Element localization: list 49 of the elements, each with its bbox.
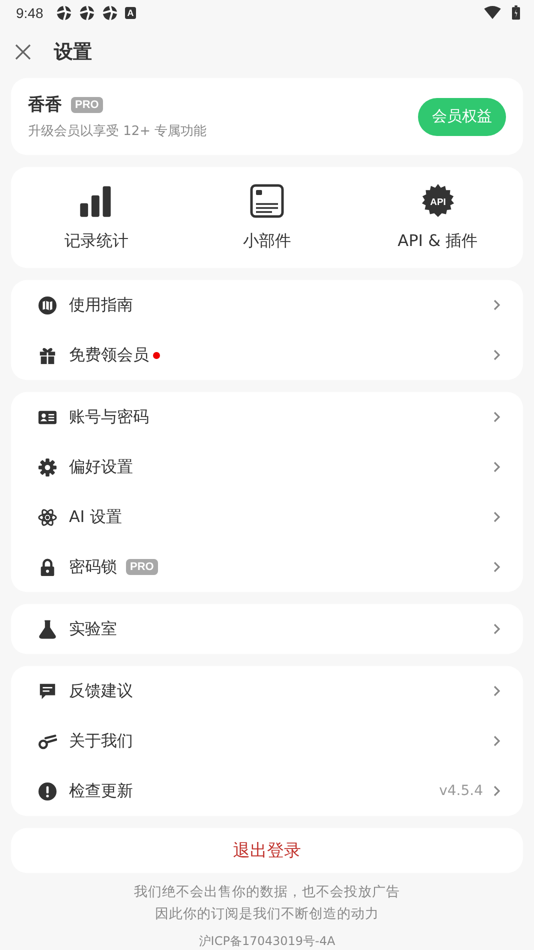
api-badge-icon: API	[420, 184, 455, 218]
settings-row[interactable]: 关于我们	[11, 716, 523, 766]
settings-row[interactable]: AI 设置	[11, 492, 523, 542]
chevron-right-icon	[493, 785, 501, 797]
pro-badge: PRO	[71, 96, 103, 113]
settings-row[interactable]: 密码锁 PRO	[11, 542, 523, 592]
app-notification-icon	[56, 4, 72, 21]
chevron-right-icon	[493, 685, 501, 697]
chevron-right-icon	[493, 411, 501, 423]
settings-row[interactable]: 实验室	[11, 604, 523, 654]
membership-subtitle: 升级会员以享受 12+ 专属功能	[28, 123, 208, 140]
settings-row[interactable]: 反馈建议	[11, 666, 523, 716]
chevron-right-icon	[493, 299, 501, 311]
lock-icon	[38, 558, 57, 576]
alert-icon	[38, 782, 57, 800]
shortcut-button[interactable]: 小部件	[182, 167, 352, 268]
status-time: 9:48	[16, 4, 44, 21]
settings-row[interactable]: 偏好设置	[11, 442, 523, 492]
privacy-note: 我们绝不会出售你的数据，也不会投放广告	[134, 883, 400, 901]
flask-icon	[38, 620, 57, 638]
settings-row[interactable]: 使用指南	[11, 280, 523, 330]
notification-badge: A	[125, 6, 136, 19]
atom-icon	[38, 508, 57, 526]
chat-icon	[38, 682, 57, 700]
key-icon	[38, 732, 57, 750]
bar-chart-icon	[79, 184, 114, 218]
logout-button[interactable]: 退出登录	[11, 828, 523, 873]
chevron-right-icon	[493, 461, 501, 473]
chevron-right-icon	[493, 735, 501, 747]
settings-row[interactable]: 账号与密码	[11, 392, 523, 442]
gear-icon	[38, 458, 57, 476]
privacy-note: 因此你的订阅是我们不断创造的动力	[155, 905, 379, 923]
settings-row[interactable]: 免费领会员	[11, 330, 523, 380]
shortcut-button[interactable]: API API & 插件	[352, 167, 523, 268]
app-notification-icon	[79, 4, 96, 21]
widget-card-icon	[250, 184, 284, 218]
shortcut-button[interactable]: 记录统计	[11, 167, 182, 268]
chevron-right-icon	[493, 511, 501, 523]
battery-icon	[512, 5, 520, 20]
chevron-right-icon	[493, 623, 501, 635]
settings-row[interactable]: 检查更新 v4.5.4	[11, 766, 523, 816]
page-title: 设置	[54, 40, 92, 65]
map-icon	[38, 296, 57, 314]
app-notification-icon	[102, 4, 118, 21]
gift-icon	[38, 346, 57, 364]
chevron-right-icon	[493, 349, 501, 361]
chevron-right-icon	[493, 561, 501, 573]
user-name: 香香	[28, 94, 62, 116]
wifi-icon	[484, 6, 501, 20]
